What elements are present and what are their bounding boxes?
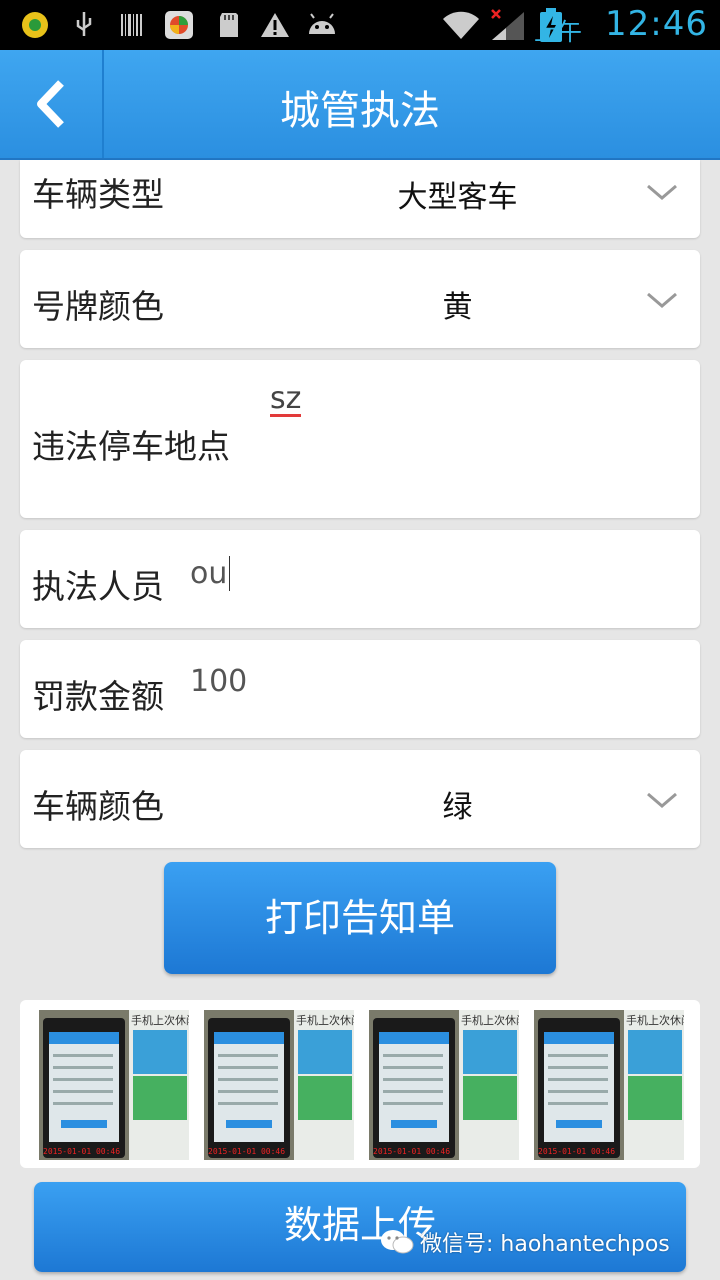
photo-thumbnail-1[interactable]: 手机上次休闲 2015-01-01 00:46 <box>39 1010 189 1160</box>
officer-input[interactable]: ou <box>190 556 231 591</box>
page-title: 城管执法 <box>280 88 440 134</box>
warning-icon <box>260 10 290 40</box>
photo-timestamp: 2015-01-01 00:46 <box>43 1147 121 1156</box>
vehicle-type-row[interactable]: 车辆类型 大型客车 <box>20 160 700 238</box>
location-row: 违法停车地点 sz <box>20 360 700 518</box>
vehicle-color-row[interactable]: 车辆颜色 绿 <box>20 750 700 848</box>
photo-timestamp: 2015-01-01 00:46 <box>538 1147 616 1156</box>
photo-thumbnail-4[interactable]: 手机上次休闲 2015-01-01 00:46 <box>534 1010 684 1160</box>
status-ampm: 上午 <box>534 18 582 46</box>
plate-color-value: 黄 <box>442 290 473 325</box>
signal-icon <box>488 9 528 40</box>
app-icon <box>20 10 50 40</box>
photo-strip: 手机上次休闲 2015-01-01 00:46 手机上次休闲 2015-01-0… <box>20 1000 700 1168</box>
photo-timestamp: 2015-01-01 00:46 <box>373 1147 451 1156</box>
usb-icon <box>72 10 96 40</box>
officer-row: 执法人员 ou <box>20 530 700 628</box>
photo-caption: 手机上次休闲 <box>626 1014 684 1027</box>
chevron-down-icon <box>647 292 677 308</box>
wechat-icon <box>381 1230 414 1254</box>
fine-label: 罚款金额 <box>32 677 164 716</box>
android-icon <box>306 10 338 40</box>
title-bar: 城管执法 <box>0 50 720 160</box>
officer-label: 执法人员 <box>32 567 164 606</box>
plate-color-row[interactable]: 号牌颜色 黄 <box>20 250 700 348</box>
status-time: 12:46 <box>605 4 708 44</box>
wifi-icon <box>440 10 482 40</box>
sd-card-icon <box>218 10 240 40</box>
watermark-text: 微信号: haohantechpos <box>420 1232 670 1257</box>
browser-icon <box>164 10 194 40</box>
location-input[interactable]: sz <box>270 384 302 417</box>
photo-timestamp: 2015-01-01 00:46 <box>208 1147 286 1156</box>
print-notice-button[interactable]: 打印告知单 <box>164 862 556 974</box>
photo-caption: 手机上次休闲 <box>461 1014 519 1027</box>
photo-caption: 手机上次休闲 <box>131 1014 189 1027</box>
barcode-icon <box>120 10 144 40</box>
vehicle-type-value: 大型客车 <box>397 180 518 215</box>
location-label: 违法停车地点 <box>32 427 230 466</box>
photo-thumbnail-3[interactable]: 手机上次休闲 2015-01-01 00:46 <box>369 1010 519 1160</box>
fine-input[interactable]: 100 <box>190 664 247 699</box>
chevron-down-icon <box>647 792 677 808</box>
status-bar: 上午 12:46 <box>0 0 720 50</box>
vehicle-color-value: 绿 <box>442 790 473 825</box>
photo-caption: 手机上次休闲 <box>296 1014 354 1027</box>
photo-thumbnail-2[interactable]: 手机上次休闲 2015-01-01 00:46 <box>204 1010 354 1160</box>
chevron-down-icon <box>647 184 677 200</box>
watermark: 微信号: haohantechpos <box>380 1226 670 1258</box>
fine-row: 罚款金额 100 <box>20 640 700 738</box>
